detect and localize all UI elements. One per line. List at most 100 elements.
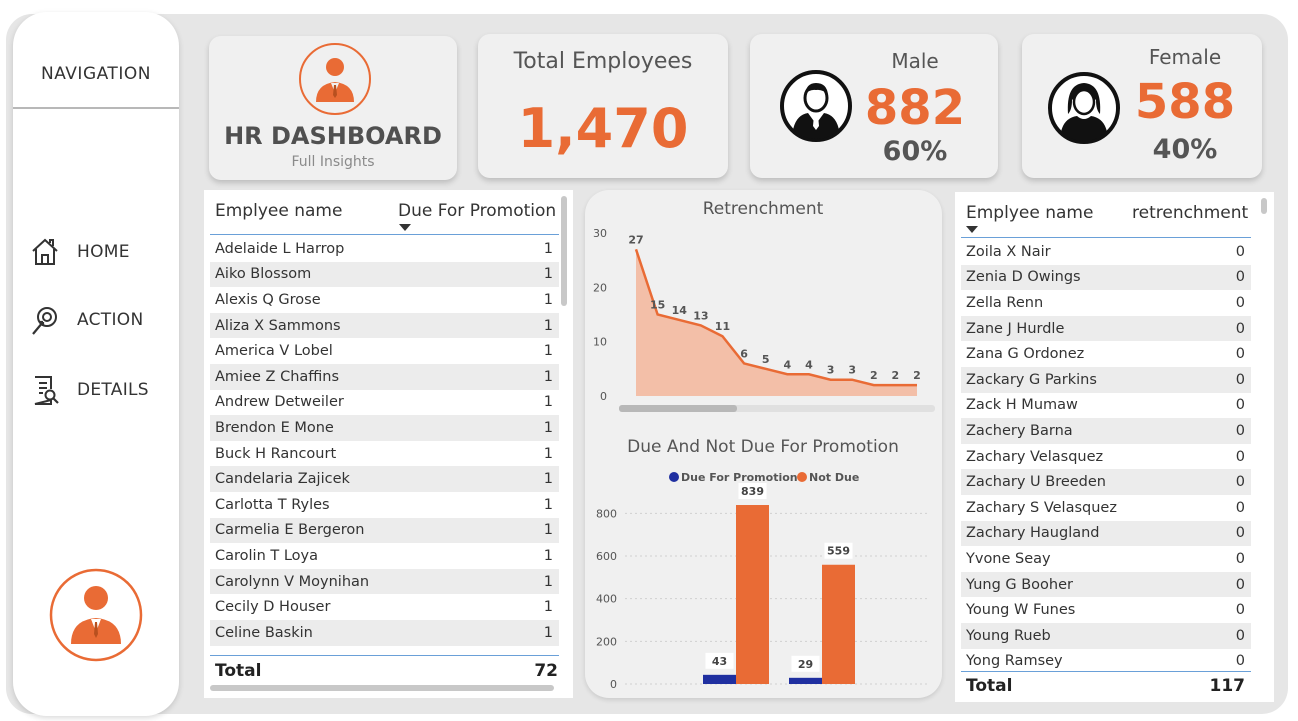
employee-name-cell: Young Rueb — [966, 627, 1051, 644]
employee-name-cell: Zenia D Owings — [966, 269, 1081, 286]
table-row[interactable]: Amiee Z Chaffins 1 — [210, 364, 559, 390]
bar-y-tick: 400 — [596, 593, 617, 606]
bar-y-tick: 0 — [610, 678, 617, 691]
nav-item-home[interactable]: HOME — [29, 234, 174, 270]
employee-name-cell: Buck H Rancourt — [215, 445, 337, 462]
female-percentage: 40% — [1152, 134, 1218, 165]
value-cell: 0 — [1235, 269, 1245, 286]
employee-name-cell: America V Lobel — [215, 343, 333, 360]
legend-not-due-marker — [797, 472, 807, 482]
table-row[interactable]: Alexis Q Grose 1 — [210, 287, 559, 313]
table-row[interactable]: Aliza X Sammons 1 — [210, 312, 559, 339]
table-row[interactable]: Zachary S Velasquez 0 — [961, 495, 1251, 521]
table-row[interactable]: Carolin T Loya 1 — [210, 543, 559, 569]
table-row[interactable]: Zackary G Parkins 0 — [961, 367, 1251, 393]
promotion-total-label: Total — [215, 661, 262, 681]
dashboard-title: HR DASHBOARD — [224, 122, 442, 150]
value-cell: 0 — [1235, 499, 1245, 516]
sort-descending-icon[interactable] — [399, 224, 411, 231]
total-employees-card: Total Employees 1,470 — [478, 34, 728, 178]
value-cell: 1 — [543, 471, 553, 488]
sort-descending-icon-right[interactable] — [966, 226, 978, 233]
bar-y-tick: 200 — [596, 635, 617, 648]
navigation-title: NAVIGATION — [41, 64, 151, 84]
employee-name-cell: Aliza X Sammons — [215, 317, 341, 334]
chart-panel: Retrenchment 0 10 20 30 27 15 14 13 11 6 5 4 4 3 3 2 2 2 Du… — [585, 190, 942, 698]
bar-due — [789, 677, 822, 684]
table-row[interactable]: Zachary U Breeden 0 — [961, 469, 1251, 495]
employee-name-cell: Zella Renn — [966, 294, 1044, 311]
table-row[interactable]: Zane J Hurdle 0 — [961, 315, 1251, 342]
vertical-scrollbar[interactable] — [561, 196, 567, 306]
hr-dashboard-card: HR DASHBOARD Full Insights — [209, 36, 457, 180]
nav-item-details[interactable]: DETAILS — [29, 372, 174, 408]
table-row[interactable]: Adelaide L Harrop 1 — [210, 236, 559, 262]
horizontal-scrollbar[interactable] — [210, 685, 554, 691]
column-header-due-for-promotion[interactable]: Due For Promotion — [398, 201, 556, 221]
nav-item-details-label: DETAILS — [77, 380, 149, 400]
table-row[interactable]: Carlotta T Ryles 1 — [210, 492, 559, 518]
employee-name-cell: Aiko Blossom — [215, 266, 312, 283]
table-row[interactable]: Carmelia E Bergeron 1 — [210, 517, 559, 544]
table-row[interactable]: Buck H Rancourt 1 — [210, 441, 559, 467]
table-row[interactable]: Yung G Booher 0 — [961, 571, 1251, 598]
value-cell: 0 — [1235, 525, 1245, 542]
employee-name-cell: Andrew Detweiler — [215, 394, 344, 411]
table-row[interactable]: Carolynn V Moynihan 1 — [210, 568, 559, 595]
table-row[interactable]: Zachary Haugland 0 — [961, 520, 1251, 547]
retrenchment-total-label: Total — [966, 676, 1013, 696]
column-header-employee-name-right[interactable]: Emplyee name — [966, 203, 1093, 223]
table-row[interactable]: Young W Funes 0 — [961, 597, 1251, 623]
value-cell: 0 — [1235, 320, 1245, 337]
nav-item-action[interactable]: ACTION — [29, 302, 174, 338]
table-row[interactable]: Yvone Seay 0 — [961, 546, 1251, 572]
table-row[interactable]: Cecily D Houser 1 — [210, 594, 559, 620]
retrenchment-table: Emplyee name retrenchment Zoila X Nair 0 Z… — [955, 192, 1274, 702]
value-cell: 1 — [543, 522, 553, 539]
total-employees-value: 1,470 — [517, 97, 689, 160]
table-row[interactable]: Zack H Mumaw 0 — [961, 393, 1251, 419]
bar-due — [703, 674, 736, 684]
retrenchment-y-tick: 20 — [593, 281, 607, 294]
employee-name-cell: Zana G Ordonez — [966, 346, 1085, 363]
employee-name-cell: Young W Funes — [966, 602, 1076, 619]
table-row[interactable]: Zachary Velasquez 0 — [961, 444, 1251, 470]
table-row[interactable]: America V Lobel 1 — [210, 338, 559, 364]
header-divider-right — [961, 237, 1251, 238]
male-count: 882 — [864, 80, 966, 136]
table-row[interactable]: Andrew Detweiler 1 — [210, 390, 559, 416]
value-cell: 1 — [543, 573, 553, 590]
legend-due-marker — [669, 472, 679, 482]
retrenchment-y-tick: 10 — [593, 336, 607, 349]
employee-name-cell: Zane J Hurdle — [966, 320, 1065, 337]
retrenchment-data-label: 3 — [848, 364, 856, 377]
table-row[interactable]: Brendon E Mone 1 — [210, 415, 559, 441]
employee-name-cell: Celine Baskin — [215, 624, 313, 641]
employee-name-cell: Carolin T Loya — [215, 547, 319, 564]
table-row[interactable]: Zachery Barna 0 — [961, 418, 1251, 444]
table-row[interactable]: Aiko Blossom 1 — [210, 261, 559, 288]
female-label: Female — [1148, 45, 1222, 69]
table-row[interactable]: Candelaria Zajicek 1 — [210, 466, 559, 492]
table-row[interactable]: Zana G Ordonez 0 — [961, 341, 1251, 367]
column-header-retrenchment[interactable]: retrenchment — [1132, 203, 1248, 223]
vertical-scrollbar-right[interactable] — [1261, 198, 1267, 214]
bar-y-tick: 800 — [596, 507, 617, 520]
value-cell: 1 — [543, 394, 553, 411]
retrenchment-data-label: 6 — [740, 347, 748, 360]
value-cell: 1 — [543, 496, 553, 513]
employee-name-cell: Amiee Z Chaffins — [215, 368, 340, 385]
promotion-total-value: 72 — [534, 661, 558, 681]
retrenchment-y-tick: 0 — [600, 390, 607, 403]
table-row[interactable]: Zoila X Nair 0 — [961, 239, 1251, 265]
table-row[interactable]: Celine Baskin 1 — [210, 620, 559, 646]
value-cell: 0 — [1235, 627, 1245, 644]
charts-svg: Retrenchment0102030 2715 14 13116 5 4 4 3 3 2 2 2Du… — [593, 199, 935, 691]
table-row[interactable]: Young Rueb 0 — [961, 623, 1251, 649]
promotion-table: Emplyee name Due For Promotion Adelaide … — [204, 190, 573, 698]
table-row[interactable]: Zenia D Owings 0 — [961, 264, 1251, 291]
details-icon — [34, 376, 59, 405]
column-header-employee-name[interactable]: Emplyee name — [215, 201, 342, 221]
employee-icon — [299, 43, 371, 115]
table-row[interactable]: Zella Renn 0 — [961, 290, 1251, 316]
